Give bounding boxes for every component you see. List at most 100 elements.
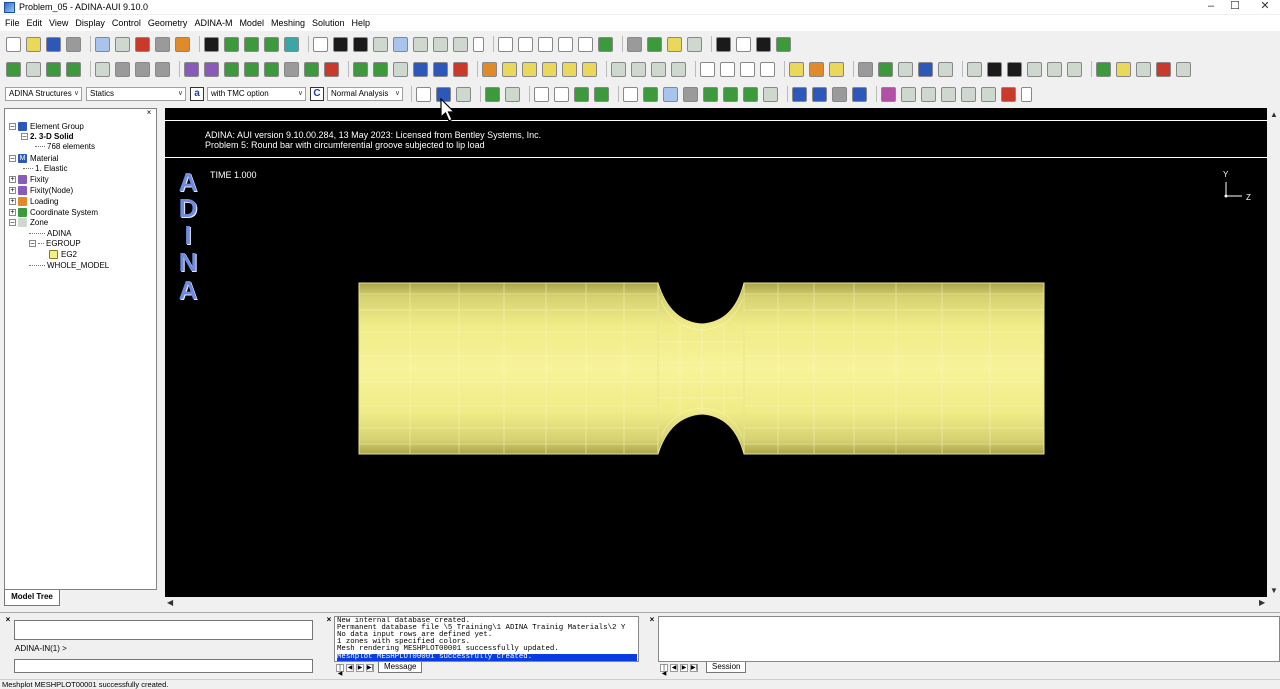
tree-close-icon[interactable]: ×	[142, 109, 156, 117]
menu-control[interactable]: Control	[111, 18, 142, 28]
color-band-icon[interactable]	[482, 61, 497, 77]
boundary-icon[interactable]	[184, 61, 199, 77]
quad-view-icon[interactable]	[756, 36, 771, 52]
cube-icon[interactable]	[858, 61, 873, 77]
move-icon[interactable]	[413, 36, 428, 52]
camera-icon[interactable]	[627, 36, 642, 52]
menu-display[interactable]: Display	[74, 18, 106, 28]
viewport-vertical-scrollbar[interactable]: ▲ ▼	[1267, 108, 1280, 597]
tile-view-icon[interactable]	[776, 36, 791, 52]
outline-icon[interactable]	[760, 61, 775, 77]
reaction-icon[interactable]	[723, 86, 738, 102]
tree-zone-adina[interactable]: ADINA	[29, 228, 71, 238]
displacement-icon[interactable]	[542, 61, 557, 77]
cross-icon[interactable]	[594, 86, 609, 102]
clear-screen-icon[interactable]	[204, 36, 219, 52]
save-icon[interactable]	[46, 36, 61, 52]
menu-solution[interactable]: Solution	[311, 18, 346, 28]
message-tab[interactable]: Message	[378, 662, 423, 673]
first-frame-icon[interactable]	[967, 61, 982, 77]
measure-icon[interactable]	[687, 36, 702, 52]
point-icon[interactable]	[6, 61, 21, 77]
model-tree-tab[interactable]: Model Tree	[4, 590, 60, 606]
tree-coordinate-system[interactable]: + Coordinate System	[9, 207, 98, 217]
grid-icon[interactable]	[264, 36, 279, 52]
load-plot-icon[interactable]	[643, 86, 658, 102]
material-icon[interactable]	[373, 61, 388, 77]
model-tree[interactable]: – Element Group –2. 3-D Solid 768 element…	[4, 108, 157, 590]
axes-icon[interactable]	[898, 61, 913, 77]
pick-icon[interactable]	[175, 36, 190, 52]
erase-icon[interactable]	[324, 61, 339, 77]
tree-zone-whole-model[interactable]: WHOLE_MODEL	[29, 260, 109, 270]
line-icon[interactable]	[26, 61, 41, 77]
mesh-grid-icon[interactable]	[918, 61, 933, 77]
m-icon[interactable]	[413, 61, 428, 77]
export-icon[interactable]	[1176, 61, 1191, 77]
zoom-in-icon[interactable]	[498, 36, 513, 52]
zoom-fit-icon[interactable]	[558, 36, 573, 52]
delete-icon[interactable]	[135, 36, 150, 52]
command-panel-close-icon[interactable]: ×	[4, 616, 12, 624]
rotate-icon[interactable]	[393, 36, 408, 52]
arrow-icon[interactable]	[1136, 61, 1151, 77]
undo-icon[interactable]	[95, 36, 110, 52]
list-icon[interactable]	[981, 86, 996, 102]
menu-view[interactable]: View	[48, 18, 69, 28]
menu-meshing[interactable]: Meshing	[270, 18, 306, 28]
tree-fixity[interactable]: + Fixity	[9, 174, 49, 184]
dropdown-icon[interactable]	[473, 36, 484, 52]
boundary-labels-icon[interactable]	[623, 86, 638, 102]
color-table-icon[interactable]	[881, 86, 896, 102]
zoom-reset-icon[interactable]	[578, 36, 593, 52]
print-icon[interactable]	[667, 36, 682, 52]
screen-icon[interactable]	[832, 86, 847, 102]
tab-last-icon[interactable]: ▶|	[366, 664, 374, 672]
contour-icon[interactable]	[582, 61, 597, 77]
axis-icon[interactable]	[703, 86, 718, 102]
direction-icon[interactable]	[663, 86, 678, 102]
analysis-type-select[interactable]: Statics ∨	[86, 87, 186, 101]
element-group-icon[interactable]	[353, 61, 368, 77]
command-input[interactable]	[14, 659, 313, 673]
pick-surface-icon[interactable]	[941, 86, 956, 102]
i-icon[interactable]	[433, 61, 448, 77]
mesh-volume-icon[interactable]	[284, 61, 299, 77]
menu-geometry[interactable]: Geometry	[147, 18, 189, 28]
session-panel[interactable]	[658, 616, 1280, 662]
contact-icon[interactable]	[743, 86, 758, 102]
query-pointer-icon[interactable]	[353, 36, 368, 52]
view-icon[interactable]	[878, 61, 893, 77]
hidden-line-icon[interactable]	[700, 61, 715, 77]
strain-icon[interactable]	[522, 61, 537, 77]
table-icon[interactable]	[393, 61, 408, 77]
mesh-plot-icon[interactable]	[224, 36, 239, 52]
tree-element-group[interactable]: – Element Group	[9, 121, 84, 131]
node-icon[interactable]	[453, 36, 468, 52]
copy-image-icon[interactable]	[647, 36, 662, 52]
point-labels-icon[interactable]	[671, 61, 686, 77]
viewport-horizontal-scrollbar[interactable]: ◀ ▶	[165, 597, 1267, 609]
globe-icon[interactable]	[284, 36, 299, 52]
node-labels-icon[interactable]	[611, 61, 626, 77]
element-set-icon[interactable]	[574, 86, 589, 102]
node-set-icon[interactable]	[554, 86, 569, 102]
group-icon[interactable]	[485, 86, 500, 102]
tab-first-icon[interactable]: |◀	[336, 664, 344, 677]
animation-icon[interactable]	[1096, 61, 1111, 77]
rewind-icon[interactable]	[987, 61, 1002, 77]
help-icon[interactable]	[313, 36, 328, 52]
session-panel-close-icon[interactable]: ×	[648, 616, 656, 624]
save-as-icon[interactable]	[66, 36, 81, 52]
tree-material-elastic[interactable]: 1. Elastic	[23, 163, 67, 173]
next-frame-icon[interactable]	[1027, 61, 1042, 77]
scroll-down-icon[interactable]: ▼	[1270, 586, 1278, 595]
fixity-icon[interactable]	[789, 61, 804, 77]
animation-settings-icon[interactable]	[1116, 61, 1131, 77]
last-frame-icon[interactable]	[1067, 61, 1082, 77]
tree-zone[interactable]: – Zone	[9, 217, 48, 227]
window-icon[interactable]	[812, 86, 827, 102]
menu-adina-m[interactable]: ADINA-M	[193, 18, 233, 28]
message-panel-close-icon[interactable]: ×	[325, 616, 333, 624]
open-folder-icon[interactable]	[26, 36, 41, 52]
